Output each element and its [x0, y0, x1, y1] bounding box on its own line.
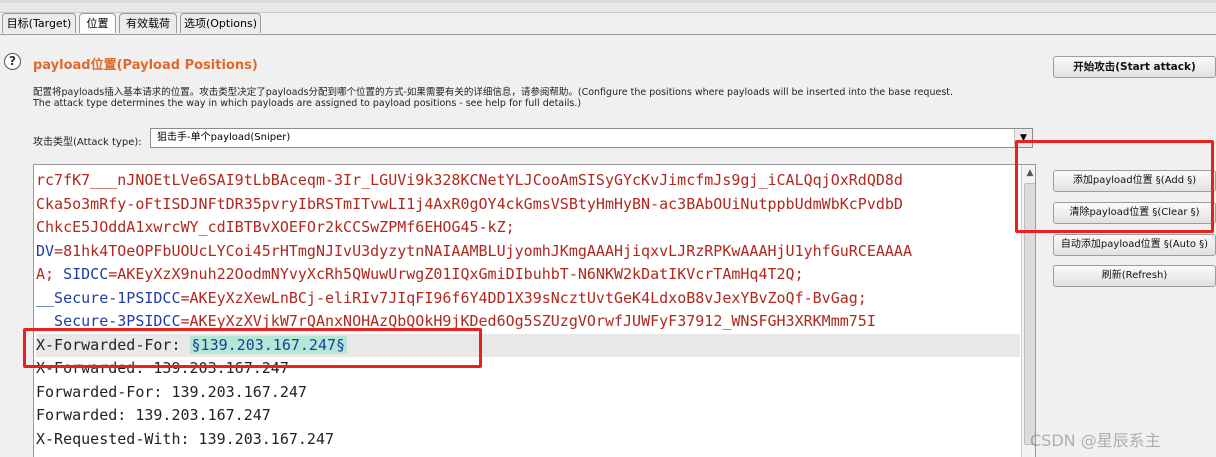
- auto-position-button[interactable]: 自动添加payload位置 §(Auto §): [1053, 234, 1216, 256]
- window-top-bar: [0, 0, 1216, 13]
- request-line: Cka5o3mRfy-oFtISDJNFtDR35pvryIbRSTmITvwL…: [36, 194, 903, 213]
- watermark: CSDN @星辰系主: [1030, 431, 1161, 450]
- annotation-box-buttons: [1015, 140, 1214, 233]
- cookie-value: =AKEyXzX9nuh22OodmNYvyXcRh5QWuwUrwgZ01IQ…: [108, 265, 804, 283]
- request-lines: rc7fK7___nJNOEtLVe6SAI9tLbBAceqm-3Ir_LGU…: [36, 169, 1020, 451]
- start-attack-button[interactable]: 开始攻击(Start attack): [1053, 56, 1216, 78]
- cookie-key: __Secure-1PSIDCC: [36, 288, 181, 307]
- tab-target[interactable]: 目标(Target): [2, 13, 76, 33]
- help-icon[interactable]: ?: [4, 53, 21, 70]
- annotation-box-payload: [23, 328, 482, 368]
- request-line: Forwarded-For: 139.203.167.247: [36, 382, 307, 401]
- attack-type-value: 狙击手-单个payload(Sniper): [157, 132, 291, 143]
- request-editor[interactable]: rc7fK7___nJNOEtLVe6SAI9tLbBAceqm-3Ir_LGU…: [33, 164, 1036, 457]
- request-line: __Secure-1PSIDCC=AKEyXzXewLnBCj-eliRIv7J…: [36, 287, 1020, 311]
- request-line: A; SIDCC=AKEyXzX9nuh22OodmNYvyXcRh5QWuwU…: [36, 263, 1020, 287]
- top-bar-strip: [0, 0, 1216, 3]
- cookie-value: A;: [36, 265, 64, 283]
- attack-type-label: 攻击类型(Attack type):: [33, 137, 142, 148]
- request-line: X-Requested-With: 139.203.167.247: [36, 429, 335, 448]
- cookie-key: DV: [36, 241, 55, 260]
- request-line: Forwarded: 139.203.167.247: [36, 406, 271, 424]
- section-description-line2: The attack type determines the way in wh…: [33, 98, 582, 109]
- cookie-key: SIDCC: [63, 265, 109, 283]
- cookie-value: =81hk4TOeOPFbUOUcLYCoi45rHTmgNJIvU3dyzyt…: [54, 241, 912, 260]
- tab-options[interactable]: 选项(Options): [180, 13, 261, 33]
- attack-type-select[interactable]: 狙击手-单个payload(Sniper) ▼: [150, 128, 1033, 148]
- tab-payloads[interactable]: 有效载荷: [119, 13, 177, 33]
- section-title: payload位置(Payload Positions): [33, 58, 258, 73]
- cookie-value: =AKEyXzXewLnBCj-eliRIv7JIqFI96f6Y4DD1X39…: [180, 288, 867, 307]
- request-line: rc7fK7___nJNOEtLVe6SAI9tLbBAceqm-3Ir_LGU…: [36, 171, 903, 189]
- section-description-line1: 配置将payloads插入基本请求的位置。攻击类型决定了payloads分配到哪…: [33, 87, 954, 98]
- tab-positions[interactable]: 位置: [79, 13, 116, 33]
- request-line: DV=81hk4TOeOPFbUOUcLYCoi45rHTmgNJIvU3dyz…: [36, 240, 1020, 264]
- refresh-button[interactable]: 刷新(Refresh): [1053, 265, 1216, 287]
- request-line: ChkcE5JOddA1xwrcWY_cdIBTBvXOEFOr2kCCSwZP…: [36, 218, 515, 236]
